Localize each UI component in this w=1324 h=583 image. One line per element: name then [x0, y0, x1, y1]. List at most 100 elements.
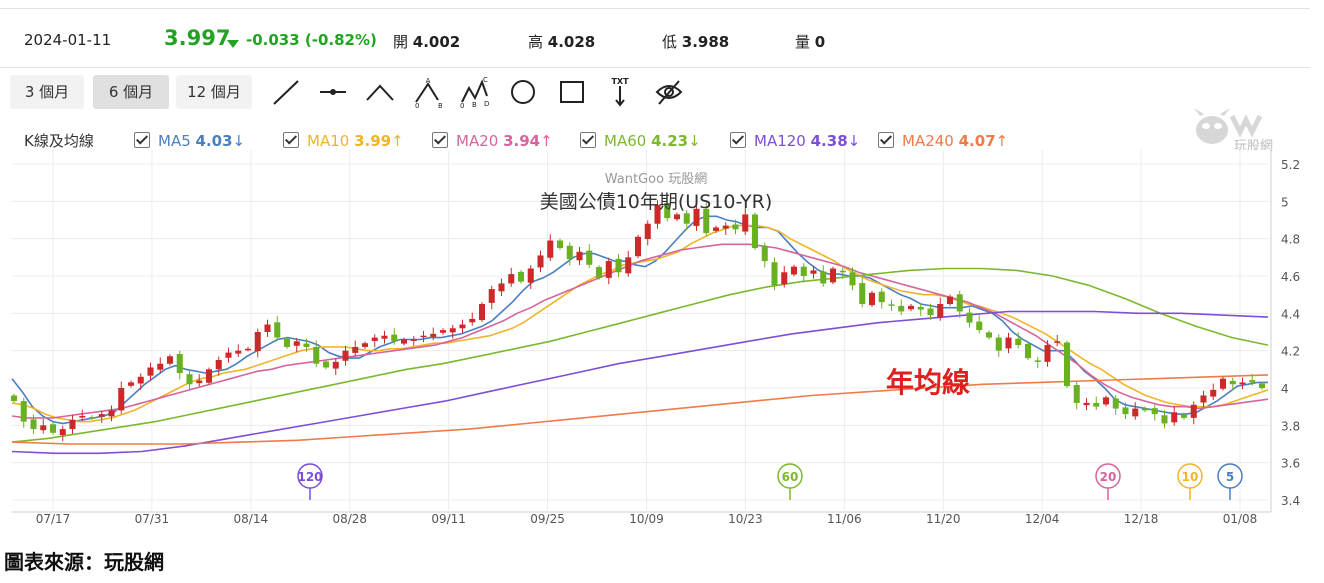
candle-body: [313, 346, 320, 364]
candle-body: [118, 388, 125, 411]
chart-source: 圖表來源：玩股網: [4, 550, 164, 574]
candle-body: [898, 305, 905, 312]
candlestick-chart[interactable]: 5.2 5 4.8 4.6 4.4 4.2 4 3.8 3.6 3.4 07/17 07/31 08/…: [0, 150, 1324, 542]
candle-body: [508, 274, 515, 284]
ma-marker-label: 20: [1100, 470, 1117, 484]
x-tick-label: 08/28: [332, 512, 367, 526]
abcd-pattern-tool-icon[interactable]: C 0 BD: [459, 76, 489, 110]
abc-pattern-tool-icon[interactable]: A 0 B: [412, 76, 443, 110]
candle[interactable]: [829, 266, 837, 285]
text-tool-icon[interactable]: TXT: [605, 76, 635, 108]
tab-3-months[interactable]: 3 個月: [10, 75, 84, 109]
candle-body: [400, 339, 408, 344]
candle-body: [576, 251, 583, 261]
checkbox-ma240[interactable]: [878, 132, 894, 148]
candle[interactable]: [868, 290, 876, 307]
svg-text:A: A: [426, 77, 431, 85]
legend-item-ma120[interactable]: MA120 4.38↓: [730, 130, 860, 150]
candle-body: [215, 360, 222, 370]
legend-item-ma5[interactable]: MA5 4.03↓: [134, 130, 245, 150]
candle-body: [157, 363, 164, 370]
candle-body: [888, 304, 895, 306]
hide-drawings-icon[interactable]: [654, 76, 684, 108]
candle-body: [556, 240, 564, 248]
candle-body: [69, 419, 76, 430]
candle-body: [722, 225, 729, 229]
checkbox-ma120[interactable]: [730, 132, 746, 148]
candle-body: [381, 335, 388, 339]
candle-body: [517, 271, 525, 282]
candle-body: [293, 341, 300, 346]
candle-body: [1171, 412, 1178, 423]
candle-body: [1073, 385, 1080, 403]
svg-text:0: 0: [415, 102, 419, 108]
candle-body: [1219, 378, 1227, 389]
y-tick-label: 4.4: [1281, 307, 1300, 321]
candle-body: [127, 382, 135, 386]
candle[interactable]: [1219, 376, 1227, 391]
ma-marker-label: 5: [1226, 470, 1234, 484]
candle-body: [946, 296, 954, 304]
svg-text:D: D: [484, 100, 489, 108]
circle-tool-icon[interactable]: [508, 76, 538, 108]
candle-body: [98, 414, 105, 417]
candle-body: [1141, 408, 1149, 411]
ma-marker-label: 120: [297, 470, 322, 484]
candle[interactable]: [1063, 340, 1071, 388]
candle-body: [303, 343, 310, 347]
y-tick-label: 3.6: [1281, 457, 1300, 471]
candle-body: [966, 312, 973, 323]
candle-body: [878, 291, 885, 303]
legend-item-ma20[interactable]: MA20 3.94↑: [432, 130, 553, 150]
x-tick-label: 10/23: [728, 512, 763, 526]
candle-body: [332, 361, 339, 369]
legend-label: K線及均線: [24, 132, 94, 150]
candle-body: [371, 337, 378, 341]
candle[interactable]: [517, 270, 525, 284]
legend-item-ma240[interactable]: MA240 4.07↑: [878, 130, 1008, 150]
candle[interactable]: [478, 302, 486, 322]
rectangle-tool-icon[interactable]: [557, 76, 587, 108]
candle-body: [1229, 380, 1236, 385]
candle-body: [1122, 407, 1129, 415]
checkbox-ma10[interactable]: [283, 132, 299, 148]
candle-body: [166, 356, 174, 364]
ma-marker-label: 60: [782, 470, 799, 484]
checkbox-ma5[interactable]: [134, 132, 150, 148]
tab-6-months[interactable]: 6 個月: [93, 75, 169, 109]
candle-body: [781, 272, 788, 285]
checkbox-ma20[interactable]: [432, 132, 448, 148]
candle-body: [322, 361, 330, 368]
candle[interactable]: [595, 265, 603, 280]
legend-item-ma60[interactable]: MA60 4.23↓: [580, 130, 701, 150]
candle-body: [937, 304, 944, 318]
line-tool-icon[interactable]: [271, 76, 301, 108]
y-tick-label: 4.6: [1281, 270, 1300, 284]
candle[interactable]: [1024, 342, 1032, 360]
candle-body: [859, 283, 866, 304]
y-tick-label: 5.2: [1281, 158, 1300, 172]
checkbox-ma60[interactable]: [580, 132, 596, 148]
quote-volume: 量 0: [795, 33, 826, 51]
candle-body: [634, 236, 642, 257]
legend-ma120-arrow: ↓: [847, 132, 861, 150]
legend-item-ma10[interactable]: MA10 3.99↑: [283, 130, 404, 150]
candle-body: [1034, 360, 1041, 362]
candle-body: [449, 328, 456, 333]
candle[interactable]: [634, 234, 642, 259]
candle[interactable]: [751, 212, 759, 250]
legend-ma20-arrow: ↑: [540, 132, 553, 150]
candle-body: [59, 429, 66, 436]
legend-ma5-name: MA5: [158, 132, 191, 150]
candle-body: [361, 343, 369, 347]
candle-body: [625, 257, 632, 274]
candle-body: [790, 266, 798, 275]
quote-date: 2024-01-11: [24, 31, 112, 49]
tab-12-months[interactable]: 12 個月: [176, 75, 252, 109]
polyline-tool-icon[interactable]: [365, 76, 395, 108]
candle[interactable]: [205, 367, 213, 385]
candle[interactable]: [771, 257, 778, 291]
candle-body: [820, 271, 827, 284]
horizontal-line-tool-icon[interactable]: [318, 76, 348, 108]
candle-body: [196, 380, 203, 384]
